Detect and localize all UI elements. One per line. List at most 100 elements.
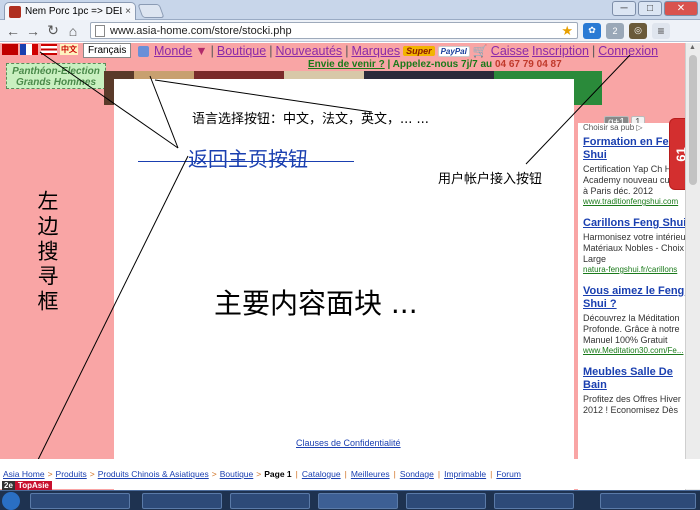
extension-icon[interactable]: ✿ <box>583 22 601 39</box>
address-bar[interactable]: www.asia-home.com/store/stocki.php ★ <box>90 22 578 39</box>
breadcrumb-current: Page 1 <box>264 469 292 479</box>
vertical-scrollbar[interactable]: ▲ ▼ <box>685 43 700 490</box>
site-favicon-icon <box>9 5 21 18</box>
site-top-nav: 中文 Français Monde ▼ | Boutique | Nouveau… <box>0 43 700 59</box>
scrollbar-thumb[interactable] <box>689 55 697 185</box>
flag-us-icon[interactable] <box>41 44 57 55</box>
bookmark-star-icon[interactable]: ★ <box>561 23 573 39</box>
topasie-rank: 2e <box>2 481 15 490</box>
breadcrumb-item[interactable]: Produits <box>56 469 87 479</box>
annotation-language-buttons: 语言选择按钮：中文，法文，英文，... ... <box>192 112 429 127</box>
footer-sondage-link[interactable]: Sondage <box>400 469 434 479</box>
nav-monde-link[interactable]: Monde <box>154 44 192 58</box>
tab-close-icon[interactable]: × <box>125 6 131 17</box>
start-button[interactable] <box>2 492 20 510</box>
close-window-button[interactable]: ✕ <box>664 1 698 16</box>
ad-url[interactable]: natura-fengshui.fr/carillons <box>583 265 690 275</box>
taskbar-item[interactable] <box>30 493 130 509</box>
nav-marques-link[interactable]: Marques <box>351 44 400 58</box>
taskbar-item[interactable] <box>318 493 398 509</box>
ad-title[interactable]: Vous aimez le Feng Shui ? <box>583 285 690 311</box>
forward-arrow-icon[interactable]: → <box>24 22 42 40</box>
nav-caisse-link[interactable]: Caisse <box>491 44 529 58</box>
taskbar-item[interactable] <box>142 493 222 509</box>
paypal-badge: PayPal <box>437 45 470 57</box>
ad-item[interactable]: Meubles Salle De Bain Profitez des Offre… <box>583 366 690 416</box>
scroll-up-icon[interactable]: ▲ <box>689 44 696 51</box>
minimize-button[interactable]: ─ <box>612 1 636 16</box>
topasie-badge[interactable]: 2e TopAsie <box>2 481 52 490</box>
pantheon-line1: Panthéon-Election <box>12 66 100 77</box>
ad-url[interactable]: www.Meditation30.com/Fe... <box>583 346 690 356</box>
breadcrumb-separator: > <box>256 469 262 479</box>
maximize-button[interactable]: □ <box>638 1 662 16</box>
new-tab-button[interactable] <box>137 4 165 18</box>
page-icon <box>95 24 105 37</box>
nav-inscription-link[interactable]: Inscription <box>532 44 589 58</box>
annotation-main-content: 主要内容面块 ... <box>214 287 418 320</box>
extension-icon[interactable]: 2 <box>606 22 624 39</box>
breadcrumb-item[interactable]: Produits Chinois & Asiatiques <box>98 469 209 479</box>
ad-title[interactable]: Carillons Feng Shui <box>583 217 690 230</box>
flag-fr-icon[interactable] <box>32 44 38 55</box>
extension-icon[interactable]: ◎ <box>629 22 647 39</box>
welcome-text: | Appelez-nous 7j/7 au <box>384 59 495 70</box>
welcome-link[interactable]: Envie de venir ? <box>308 59 385 70</box>
breadcrumb-separator: > <box>89 469 95 479</box>
nav-separator: | <box>345 44 349 58</box>
ad-title[interactable]: Meubles Salle De Bain <box>583 366 690 392</box>
topasie-label: TopAsie <box>14 481 52 490</box>
dropdown-caret-icon[interactable]: ▼ <box>195 44 207 58</box>
footer-separator: | <box>344 469 347 479</box>
menu-icon[interactable]: ≡ <box>652 22 670 39</box>
browser-tab[interactable]: Nem Porc 1pc => DELICE × <box>4 2 136 20</box>
taskbar-item[interactable] <box>494 493 574 509</box>
nav-separator: | <box>210 44 214 58</box>
system-tray[interactable] <box>600 493 696 509</box>
language-select[interactable]: Français <box>83 43 132 58</box>
breadcrumb-separator: > <box>211 469 217 479</box>
site-logo-icon[interactable] <box>2 44 18 55</box>
back-arrow-icon[interactable]: ← <box>4 22 22 40</box>
breadcrumb-item[interactable]: Asia Home <box>3 469 45 479</box>
ad-url[interactable]: www.traditionfengshui.com <box>583 197 690 207</box>
home-icon[interactable]: ⌂ <box>64 22 82 40</box>
annotation-home-button: 返回主页按钮 <box>188 147 308 171</box>
footer-separator: | <box>393 469 396 479</box>
ad-item[interactable]: Vous aimez le Feng Shui ? Découvrez la M… <box>583 285 690 356</box>
privacy-clauses-link[interactable]: Clauses de Confidentialité <box>296 438 401 448</box>
ad-description: Découvrez la Méditation Profonde. Grâce … <box>583 313 680 345</box>
breadcrumb-item[interactable]: Boutique <box>220 469 254 479</box>
ad-item[interactable]: Carillons Feng Shui Harmonisez votre int… <box>583 217 690 275</box>
browser-tab-bar: Nem Porc 1pc => DELICE × ─ □ ✕ <box>0 0 700 20</box>
tab-title: Nem Porc 1pc => DELICE <box>25 6 122 17</box>
globe-icon <box>138 45 149 57</box>
footer-separator: | <box>437 469 441 479</box>
nav-nouveautes-link[interactable]: Nouveautés <box>275 44 342 58</box>
footer-meilleures-link[interactable]: Meilleures <box>351 469 390 479</box>
breadcrumb-separator: > <box>47 469 53 479</box>
ad-description: Profitez des Offres Hiver 2012 ! Economi… <box>583 394 681 415</box>
cart-icon[interactable]: 🛒 <box>473 44 488 58</box>
annotation-account-buttons: 用户帐户接入按钮 <box>438 172 543 187</box>
footer-imprimable-link[interactable]: Imprimable <box>444 469 486 479</box>
footer-catalogue-link[interactable]: Catalogue <box>302 469 341 479</box>
nav-connexion-link[interactable]: Connexion <box>598 44 658 58</box>
site-nav-links: Monde ▼ | Boutique | Nouveautés | Marque… <box>138 44 658 58</box>
page-footer: Asia Home > Produits > Produits Chinois & As… <box>0 459 700 490</box>
nav-separator: | <box>269 44 273 58</box>
url-text: www.asia-home.com/store/stocki.php <box>110 24 292 37</box>
promo-badge[interactable]: Super <box>403 46 435 56</box>
taskbar-item[interactable] <box>230 493 310 509</box>
taskbar-item[interactable] <box>406 493 486 509</box>
phone-number: 04 67 79 04 87 <box>494 59 562 70</box>
flag-cn-icon[interactable]: 中文 <box>60 44 78 55</box>
footer-forum-link[interactable]: Forum <box>496 469 521 479</box>
nav-boutique-link[interactable]: Boutique <box>217 44 266 58</box>
annotation-left-search: 左边搜寻框 <box>35 190 59 315</box>
pantheon-election-banner[interactable]: Panthéon-Election Grands Hommes <box>6 63 106 89</box>
annotation-home-underline <box>138 161 354 162</box>
reload-icon[interactable]: ↻ <box>44 22 62 40</box>
welcome-banner: Envie de venir ? | Appelez-nous 7j/7 au … <box>308 59 562 70</box>
ad-description: Harmonisez votre intérieur Matériaux Nob… <box>583 232 689 264</box>
